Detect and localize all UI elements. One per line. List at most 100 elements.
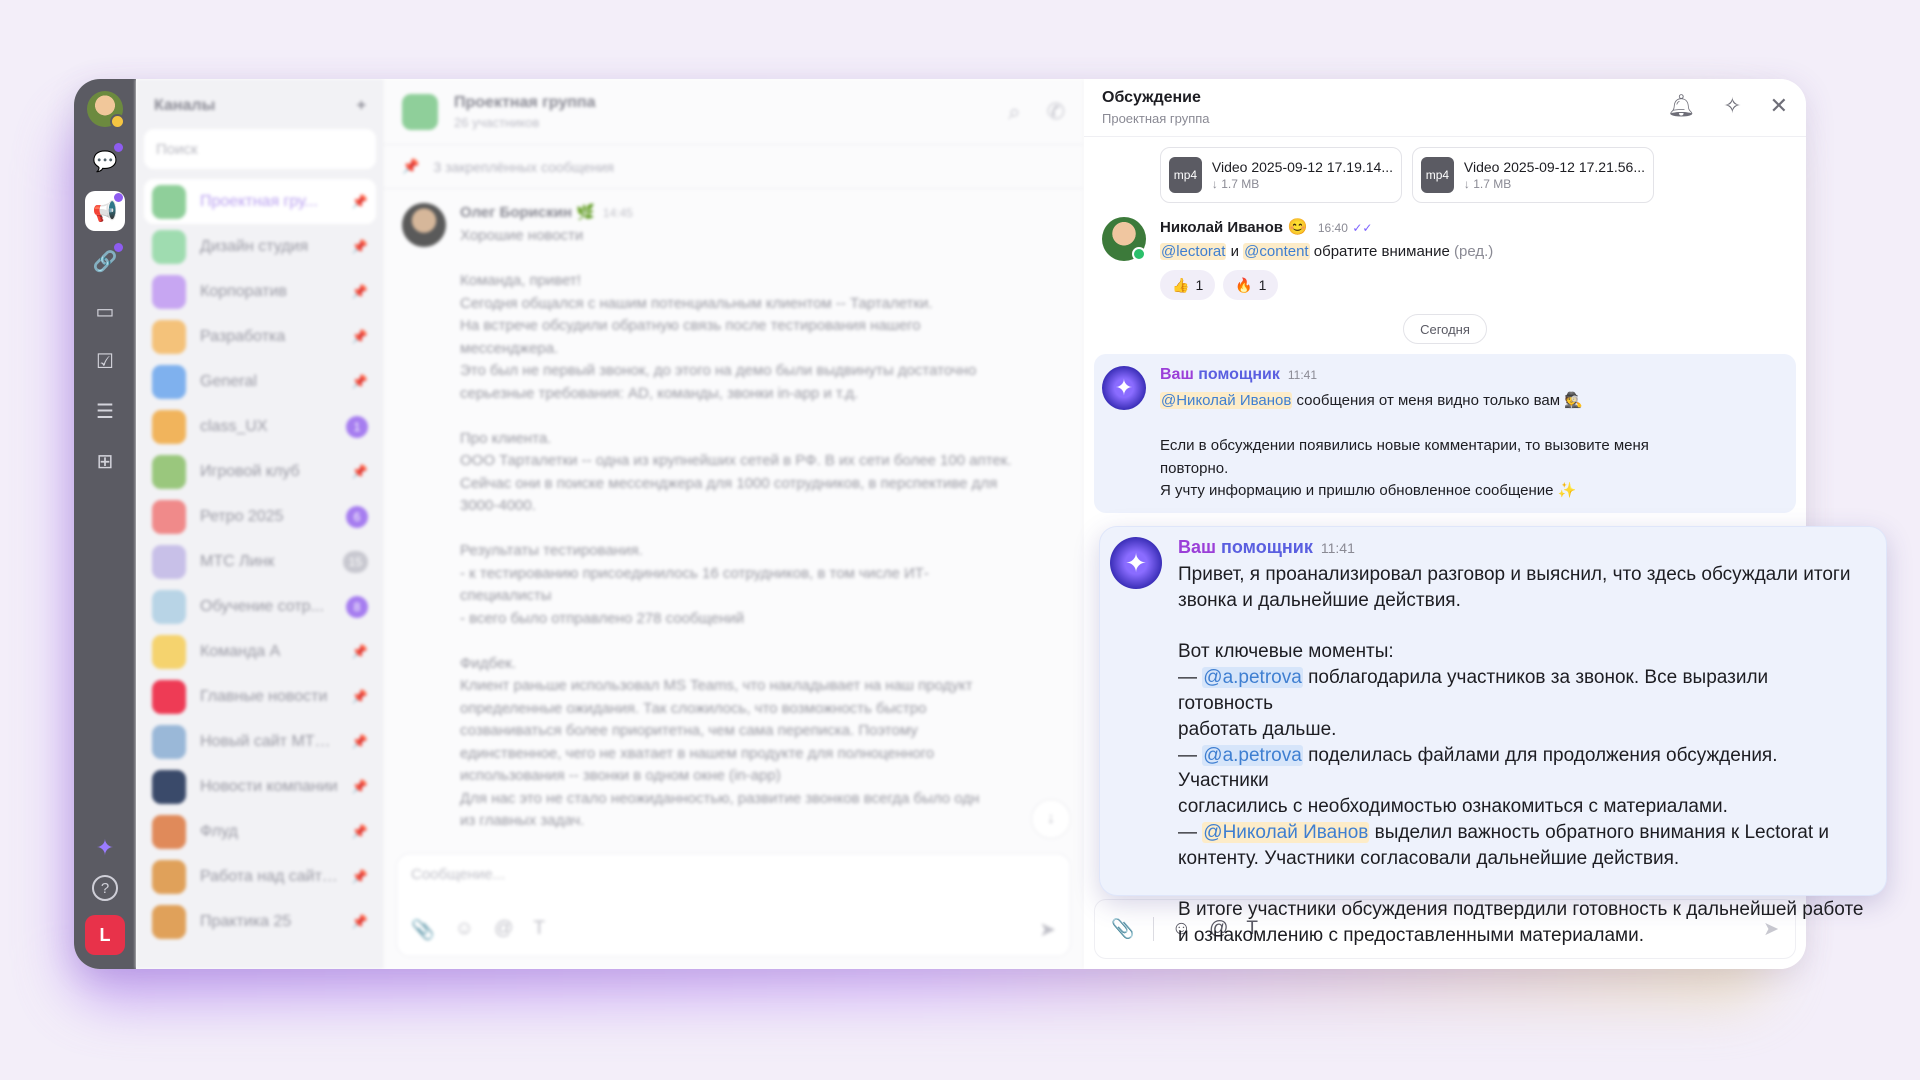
unread-badge: 15 <box>342 550 368 573</box>
mention-link[interactable]: @a.petrova <box>1202 744 1303 766</box>
file-attachment[interactable]: mp4 Video 2025-09-12 17.21.56... ↓ 1.7 M… <box>1412 147 1654 203</box>
channel-item[interactable]: МТС Линк 15 <box>144 539 376 584</box>
channel-item[interactable]: General 📌 <box>144 359 376 404</box>
author-avatar[interactable] <box>1102 217 1146 261</box>
message-text: и <box>1230 243 1239 260</box>
chat-message: Олег Борискин 🌿 14:45 Хорошие новости Ком… <box>384 189 1083 847</box>
channels-icon[interactable]: 📢 <box>85 191 125 231</box>
text-format-icon[interactable]: T <box>533 918 545 942</box>
channel-item[interactable]: Главные новости 📌 <box>144 674 376 719</box>
file-size: 1.7 MB <box>1221 177 1260 191</box>
channel-name: Корпоратив <box>200 282 287 300</box>
pin-icon: 📌 <box>351 373 368 389</box>
phone-icon[interactable]: ✆ <box>1047 99 1065 125</box>
download-icon[interactable]: ↓ <box>1212 177 1218 191</box>
unread-badge: 6 <box>346 505 368 528</box>
channel-search-input[interactable]: Поиск <box>144 129 376 169</box>
file-name: Video 2025-09-12 17.21.56... <box>1463 159 1645 175</box>
search-icon[interactable]: ⌕ <box>1008 99 1020 125</box>
key-point: — @a.petrova поделилась файлами для прод… <box>1178 744 1783 817</box>
channel-name: Игровой клуб <box>200 462 300 480</box>
assistant-sparkle-icon[interactable]: ✦ <box>96 835 114 861</box>
reaction-chip[interactable]: 🔥 1 <box>1223 270 1279 300</box>
channel-avatar <box>152 319 186 354</box>
channel-item[interactable]: Корпоратив 📌 <box>144 269 376 314</box>
mention-link[interactable]: @a.petrova <box>1202 667 1303 689</box>
at-icon[interactable]: @ <box>494 918 513 942</box>
channel-avatar <box>152 634 186 669</box>
channel-name: Практика 25 <box>200 912 292 930</box>
summary-conclusion: В итоге участники обсуждения подтвердили… <box>1178 899 1864 947</box>
pin-icon: 📌 <box>351 193 368 209</box>
mention-link[interactable]: @content <box>1243 243 1310 260</box>
close-icon[interactable]: ✕ <box>1770 93 1788 119</box>
pin-icon: 📌 <box>351 778 368 794</box>
sparkle-icon[interactable]: ✧ <box>1723 93 1741 119</box>
channels-panel: Каналы + Поиск Проектная гру... 📌 Дизайн с… <box>136 79 384 969</box>
key-point: — @a.petrova поблагодарила участников за… <box>1178 667 1773 740</box>
channel-item[interactable]: Проектная гру... 📌 <box>144 179 376 224</box>
discussion-message: Николай Иванов 😊 16:40 ✓✓ @lectorat и @c… <box>1084 203 1806 300</box>
channel-avatar <box>152 409 186 444</box>
channel-item[interactable]: Дизайн студия 📌 <box>144 224 376 269</box>
channel-item[interactable]: Обучение сотр... 8 <box>144 584 376 629</box>
user-avatar[interactable] <box>87 91 125 129</box>
channel-item[interactable]: Ретро 2025 6 <box>144 494 376 539</box>
author-avatar[interactable] <box>402 203 446 247</box>
send-icon[interactable]: ➤ <box>1039 917 1056 942</box>
paperclip-icon[interactable]: 📎 <box>411 918 435 942</box>
key-points-title: Вот ключевые моменты: <box>1178 641 1394 663</box>
channel-avatar <box>152 859 186 894</box>
assistant-name-part2: помощник <box>1198 366 1280 383</box>
date-separator: Сегодня <box>1403 314 1487 344</box>
list-icon[interactable]: ☰ <box>85 391 125 431</box>
blurred-background-area: Каналы + Поиск Проектная гру... 📌 Дизайн с… <box>136 79 1084 969</box>
threads-icon[interactable]: 🔗 <box>85 241 125 281</box>
channel-item[interactable]: Флуд 📌 <box>144 809 376 854</box>
channel-item[interactable]: Работа над сайтом 📌 <box>144 854 376 899</box>
channel-avatar <box>152 769 186 804</box>
chats-icon[interactable]: 💬 <box>85 141 125 181</box>
assistant-avatar-icon: ✦ <box>1110 537 1162 589</box>
channel-item[interactable]: Команда А 📌 <box>144 629 376 674</box>
smile-icon[interactable]: ☺ <box>455 918 474 942</box>
paperclip-icon[interactable]: 📎 <box>1111 917 1135 941</box>
author-name[interactable]: Олег Борискин <box>460 204 572 221</box>
pin-icon: 📌 <box>351 328 368 344</box>
notifications-bell-icon[interactable]: 🔔︎ <box>1667 93 1695 119</box>
channel-name: Новый сайт МТС ... <box>200 732 338 750</box>
mention-link[interactable]: @lectorat <box>1160 243 1227 260</box>
video-icon[interactable]: ▭ <box>85 291 125 331</box>
add-channel-icon[interactable]: + <box>357 97 366 115</box>
pinned-messages-bar[interactable]: 📌 3 закреплённых сообщения <box>384 145 1083 189</box>
mention-link[interactable]: @Николай Иванов <box>1202 821 1370 843</box>
help-icon[interactable]: ? <box>92 875 118 901</box>
mention-link[interactable]: @Николай Иванов <box>1160 392 1293 409</box>
reaction-chip[interactable]: 👍 1 <box>1160 270 1216 300</box>
pin-icon: 📌 <box>351 733 368 749</box>
channel-item[interactable]: Разработка 📌 <box>144 314 376 359</box>
channel-item[interactable]: Практика 25 📌 <box>144 899 376 944</box>
download-icon[interactable]: ↓ <box>1464 177 1470 191</box>
group-icon <box>402 93 438 130</box>
pin-icon: 📌 <box>351 913 368 929</box>
unread-badge: 1 <box>346 415 368 438</box>
channel-item[interactable]: Новости компании 📌 <box>144 764 376 809</box>
channel-name: Обучение сотр... <box>200 597 324 615</box>
message-text: обратите внимание <box>1313 243 1450 260</box>
channel-item[interactable]: Новый сайт МТС ... 📌 <box>144 719 376 764</box>
divider <box>1152 917 1154 941</box>
file-attachment[interactable]: mp4 Video 2025-09-12 17.19.14... ↓ 1.7 M… <box>1160 147 1402 203</box>
channel-avatar <box>152 184 186 219</box>
author-name[interactable]: Николай Иванов <box>1160 219 1283 236</box>
scroll-down-icon[interactable]: ↓ <box>1031 799 1071 839</box>
brand-logo-icon[interactable]: L <box>85 915 125 955</box>
channel-item[interactable]: Игровой клуб 📌 <box>144 449 376 494</box>
tasks-icon[interactable]: ☑ <box>85 341 125 381</box>
apps-icon[interactable]: ⊞ <box>85 441 125 481</box>
channel-name: Новости компании <box>200 777 338 795</box>
discussion-subtitle: Проектная группа <box>1102 111 1210 126</box>
chat-composer[interactable]: Сообщение... 📎 ☺ @ T ➤ <box>396 853 1071 957</box>
channel-name: Проектная гру... <box>200 192 318 210</box>
channel-item[interactable]: class_UX 1 <box>144 404 376 449</box>
